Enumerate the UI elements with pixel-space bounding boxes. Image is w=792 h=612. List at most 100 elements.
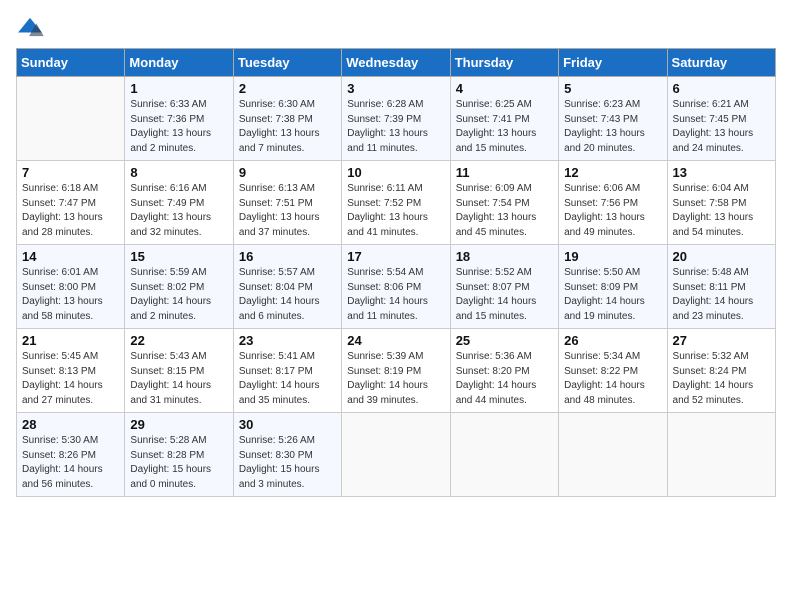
calendar-cell: 30 Sunrise: 5:26 AM Sunset: 8:30 PM Dayli… xyxy=(233,413,341,497)
day-number: 2 xyxy=(239,81,336,96)
cell-info: Sunrise: 5:41 AM Sunset: 8:17 PM Dayligh… xyxy=(239,350,336,408)
cell-info: Sunrise: 6:11 AM Sunset: 7:52 PM Dayligh… xyxy=(347,182,444,240)
cell-info: Sunrise: 6:09 AM Sunset: 7:54 PM Dayligh… xyxy=(456,182,553,240)
day-number: 1 xyxy=(130,81,227,96)
calendar-table: SundayMondayTuesdayWednesdayThursdayFrid… xyxy=(16,48,776,497)
cell-info: Sunrise: 6:23 AM Sunset: 7:43 PM Dayligh… xyxy=(564,98,661,156)
calendar-cell xyxy=(342,413,450,497)
page-header xyxy=(16,16,776,38)
day-number: 15 xyxy=(130,249,227,264)
day-header-monday: Monday xyxy=(125,49,233,77)
cell-info: Sunrise: 5:26 AM Sunset: 8:30 PM Dayligh… xyxy=(239,434,336,492)
day-number: 4 xyxy=(456,81,553,96)
day-number: 8 xyxy=(130,165,227,180)
day-number: 23 xyxy=(239,333,336,348)
cell-info: Sunrise: 5:32 AM Sunset: 8:24 PM Dayligh… xyxy=(673,350,770,408)
day-header-tuesday: Tuesday xyxy=(233,49,341,77)
calendar-cell: 26 Sunrise: 5:34 AM Sunset: 8:22 PM Dayli… xyxy=(559,329,667,413)
calendar-cell: 10 Sunrise: 6:11 AM Sunset: 7:52 PM Dayli… xyxy=(342,161,450,245)
calendar-cell: 6 Sunrise: 6:21 AM Sunset: 7:45 PM Daylig… xyxy=(667,77,775,161)
calendar-cell: 4 Sunrise: 6:25 AM Sunset: 7:41 PM Daylig… xyxy=(450,77,558,161)
logo xyxy=(16,16,48,38)
cell-info: Sunrise: 5:54 AM Sunset: 8:06 PM Dayligh… xyxy=(347,266,444,324)
calendar-cell: 19 Sunrise: 5:50 AM Sunset: 8:09 PM Dayli… xyxy=(559,245,667,329)
calendar-cell: 2Sunrise: 6:30 AM Sunset: 7:38 PM Daylig… xyxy=(233,77,341,161)
day-number: 20 xyxy=(673,249,770,264)
day-number: 17 xyxy=(347,249,444,264)
cell-info: Sunrise: 5:36 AM Sunset: 8:20 PM Dayligh… xyxy=(456,350,553,408)
day-number: 16 xyxy=(239,249,336,264)
calendar-cell: 23 Sunrise: 5:41 AM Sunset: 8:17 PM Dayli… xyxy=(233,329,341,413)
calendar-cell: 25 Sunrise: 5:36 AM Sunset: 8:20 PM Dayli… xyxy=(450,329,558,413)
day-header-wednesday: Wednesday xyxy=(342,49,450,77)
day-number: 28 xyxy=(22,417,119,432)
calendar-cell: 27 Sunrise: 5:32 AM Sunset: 8:24 PM Dayli… xyxy=(667,329,775,413)
cell-info: Sunrise: 6:18 AM Sunset: 7:47 PM Dayligh… xyxy=(22,182,119,240)
cell-info: Sunrise: 6:06 AM Sunset: 7:56 PM Dayligh… xyxy=(564,182,661,240)
cell-info: Sunrise: 6:21 AM Sunset: 7:45 PM Dayligh… xyxy=(673,98,770,156)
calendar-cell xyxy=(559,413,667,497)
calendar-cell: 5 Sunrise: 6:23 AM Sunset: 7:43 PM Daylig… xyxy=(559,77,667,161)
calendar-cell: 28Sunrise: 5:30 AM Sunset: 8:26 PM Dayli… xyxy=(17,413,125,497)
week-row-1: 1Sunrise: 6:33 AM Sunset: 7:36 PM Daylig… xyxy=(17,77,776,161)
cell-info: Sunrise: 6:13 AM Sunset: 7:51 PM Dayligh… xyxy=(239,182,336,240)
day-number: 25 xyxy=(456,333,553,348)
cell-info: Sunrise: 5:28 AM Sunset: 8:28 PM Dayligh… xyxy=(130,434,227,492)
day-number: 27 xyxy=(673,333,770,348)
calendar-cell: 12 Sunrise: 6:06 AM Sunset: 7:56 PM Dayli… xyxy=(559,161,667,245)
cell-info: Sunrise: 6:28 AM Sunset: 7:39 PM Dayligh… xyxy=(347,98,444,156)
calendar-cell: 17 Sunrise: 5:54 AM Sunset: 8:06 PM Dayli… xyxy=(342,245,450,329)
cell-info: Sunrise: 6:16 AM Sunset: 7:49 PM Dayligh… xyxy=(130,182,227,240)
day-number: 3 xyxy=(347,81,444,96)
calendar-cell: 20 Sunrise: 5:48 AM Sunset: 8:11 PM Dayli… xyxy=(667,245,775,329)
day-header-saturday: Saturday xyxy=(667,49,775,77)
cell-info: Sunrise: 6:04 AM Sunset: 7:58 PM Dayligh… xyxy=(673,182,770,240)
day-number: 24 xyxy=(347,333,444,348)
day-number: 18 xyxy=(456,249,553,264)
calendar-cell: 8 Sunrise: 6:16 AM Sunset: 7:49 PM Daylig… xyxy=(125,161,233,245)
cell-info: Sunrise: 5:34 AM Sunset: 8:22 PM Dayligh… xyxy=(564,350,661,408)
calendar-cell: 15 Sunrise: 5:59 AM Sunset: 8:02 PM Dayli… xyxy=(125,245,233,329)
week-row-4: 21Sunrise: 5:45 AM Sunset: 8:13 PM Dayli… xyxy=(17,329,776,413)
day-header-thursday: Thursday xyxy=(450,49,558,77)
day-number: 22 xyxy=(130,333,227,348)
cell-info: Sunrise: 5:43 AM Sunset: 8:15 PM Dayligh… xyxy=(130,350,227,408)
day-number: 12 xyxy=(564,165,661,180)
day-header-sunday: Sunday xyxy=(17,49,125,77)
calendar-cell: 21Sunrise: 5:45 AM Sunset: 8:13 PM Dayli… xyxy=(17,329,125,413)
day-number: 29 xyxy=(130,417,227,432)
header-row: SundayMondayTuesdayWednesdayThursdayFrid… xyxy=(17,49,776,77)
day-number: 26 xyxy=(564,333,661,348)
day-number: 9 xyxy=(239,165,336,180)
day-number: 10 xyxy=(347,165,444,180)
day-number: 5 xyxy=(564,81,661,96)
cell-info: Sunrise: 5:48 AM Sunset: 8:11 PM Dayligh… xyxy=(673,266,770,324)
calendar-cell: 11Sunrise: 6:09 AM Sunset: 7:54 PM Dayli… xyxy=(450,161,558,245)
cell-info: Sunrise: 5:57 AM Sunset: 8:04 PM Dayligh… xyxy=(239,266,336,324)
calendar-cell xyxy=(17,77,125,161)
week-row-3: 14Sunrise: 6:01 AM Sunset: 8:00 PM Dayli… xyxy=(17,245,776,329)
day-number: 13 xyxy=(673,165,770,180)
day-number: 14 xyxy=(22,249,119,264)
calendar-cell: 7 Sunrise: 6:18 AM Sunset: 7:47 PM Daylig… xyxy=(17,161,125,245)
calendar-cell: 16 Sunrise: 5:57 AM Sunset: 8:04 PM Dayli… xyxy=(233,245,341,329)
calendar-cell: 1Sunrise: 6:33 AM Sunset: 7:36 PM Daylig… xyxy=(125,77,233,161)
day-number: 6 xyxy=(673,81,770,96)
cell-info: Sunrise: 5:52 AM Sunset: 8:07 PM Dayligh… xyxy=(456,266,553,324)
day-number: 7 xyxy=(22,165,119,180)
day-number: 19 xyxy=(564,249,661,264)
calendar-cell: 29 Sunrise: 5:28 AM Sunset: 8:28 PM Dayli… xyxy=(125,413,233,497)
logo-icon xyxy=(16,16,44,38)
calendar-cell: 18 Sunrise: 5:52 AM Sunset: 8:07 PM Dayli… xyxy=(450,245,558,329)
cell-info: Sunrise: 5:50 AM Sunset: 8:09 PM Dayligh… xyxy=(564,266,661,324)
calendar-cell: 3 Sunrise: 6:28 AM Sunset: 7:39 PM Daylig… xyxy=(342,77,450,161)
cell-info: Sunrise: 5:45 AM Sunset: 8:13 PM Dayligh… xyxy=(22,350,119,408)
calendar-cell: 9 Sunrise: 6:13 AM Sunset: 7:51 PM Daylig… xyxy=(233,161,341,245)
calendar-cell xyxy=(450,413,558,497)
cell-info: Sunrise: 6:25 AM Sunset: 7:41 PM Dayligh… xyxy=(456,98,553,156)
calendar-cell: 14Sunrise: 6:01 AM Sunset: 8:00 PM Dayli… xyxy=(17,245,125,329)
cell-info: Sunrise: 5:39 AM Sunset: 8:19 PM Dayligh… xyxy=(347,350,444,408)
cell-info: Sunrise: 5:59 AM Sunset: 8:02 PM Dayligh… xyxy=(130,266,227,324)
week-row-5: 28Sunrise: 5:30 AM Sunset: 8:26 PM Dayli… xyxy=(17,413,776,497)
day-number: 30 xyxy=(239,417,336,432)
